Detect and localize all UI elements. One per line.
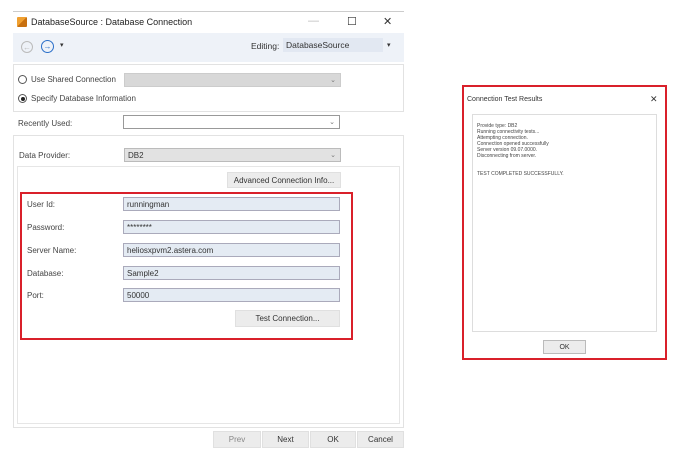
result-status: TEST COMPLETED SUCCESSFULLY.	[477, 171, 564, 177]
minimize-button[interactable]: —	[308, 15, 319, 27]
history-dropdown-icon[interactable]: ▾	[60, 41, 64, 49]
data-provider-select[interactable]: DB2 ⌄	[124, 148, 341, 162]
ok-button[interactable]: OK	[310, 431, 356, 448]
use-shared-label: Use Shared Connection	[31, 75, 116, 84]
recently-used-label: Recently Used:	[18, 119, 73, 128]
password-input[interactable]: ********	[123, 220, 340, 234]
next-button[interactable]: Next	[262, 431, 309, 448]
editing-label: Editing:	[251, 41, 280, 51]
chevron-down-icon[interactable]: ▾	[387, 41, 391, 49]
results-title: Connection Test Results	[467, 96, 543, 103]
port-label: Port:	[27, 291, 44, 300]
maximize-button[interactable]: ☐	[347, 15, 357, 28]
server-name-label: Server Name:	[27, 246, 77, 255]
radio-icon	[18, 75, 27, 84]
user-id-input[interactable]: runningman	[123, 197, 340, 211]
port-input[interactable]: 50000	[123, 288, 340, 302]
user-id-label: User Id:	[27, 200, 56, 209]
database-label: Database:	[27, 269, 64, 278]
cancel-button[interactable]: Cancel	[357, 431, 404, 448]
editing-select[interactable]: DatabaseSource	[283, 38, 383, 52]
results-ok-button[interactable]: OK	[543, 340, 586, 354]
radio-selected-icon	[18, 94, 27, 103]
specify-db-radio[interactable]: Specify Database Information	[18, 94, 136, 103]
close-button[interactable]: ✕	[383, 15, 392, 28]
recently-used-select[interactable]: ⌄	[123, 115, 340, 129]
app-icon	[17, 17, 27, 27]
data-provider-value: DB2	[128, 150, 144, 160]
toolbar: ← → ▾ Editing: DatabaseSource ▾	[13, 33, 404, 62]
advanced-connection-button[interactable]: Advanced Connection Info...	[227, 172, 341, 188]
result-line: Disconnecting from server.	[477, 153, 537, 159]
database-input[interactable]: Sample2	[123, 266, 340, 280]
results-textarea[interactable]: Provide type: DB2 Running connectivity t…	[472, 114, 657, 332]
prev-button[interactable]: Prev	[213, 431, 261, 448]
close-icon[interactable]: ✕	[650, 94, 658, 105]
server-name-input[interactable]: heliosxpvm2.astera.com	[123, 243, 340, 257]
connection-options-panel: Use Shared Connection ⌄ Specify Database…	[13, 64, 404, 112]
title-bar: DatabaseSource : Database Connection	[13, 12, 404, 32]
specify-db-label: Specify Database Information	[31, 94, 136, 103]
connection-test-results-dialog: Connection Test Results ✕ Provide type: …	[462, 85, 667, 360]
window-title: DatabaseSource : Database Connection	[31, 17, 193, 27]
chevron-down-icon: ⌄	[330, 77, 336, 84]
back-icon[interactable]: ←	[21, 41, 33, 53]
database-connection-dialog: DatabaseSource : Database Connection — ☐…	[13, 11, 404, 448]
chevron-down-icon: ⌄	[329, 119, 335, 126]
test-connection-button[interactable]: Test Connection...	[235, 310, 340, 327]
data-provider-label: Data Provider:	[19, 151, 71, 160]
use-shared-radio[interactable]: Use Shared Connection	[18, 75, 116, 84]
forward-icon[interactable]: →	[41, 40, 54, 53]
chevron-down-icon: ⌄	[330, 152, 336, 159]
password-label: Password:	[27, 223, 65, 232]
shared-connection-select: ⌄	[124, 73, 341, 87]
